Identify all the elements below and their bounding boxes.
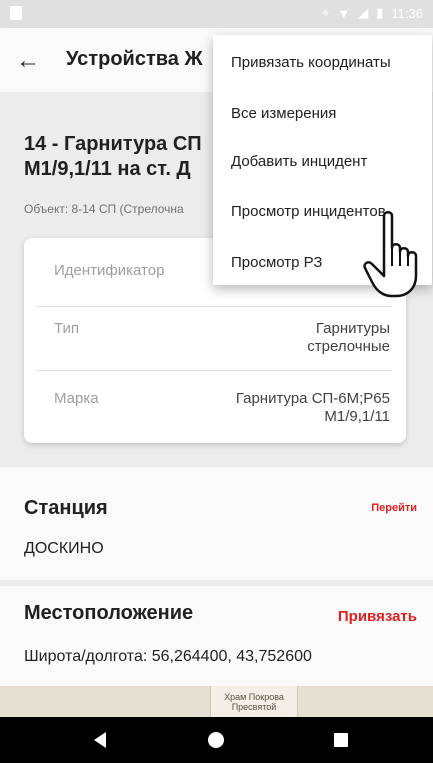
object-subtitle: Объект: 8-14 СП (Стрелочна — [24, 202, 184, 216]
status-time: 11:36 — [391, 5, 423, 21]
system-nav-bar — [0, 717, 433, 763]
status-bar: ⌖ ▼ ◢ ▮ 11:36 — [0, 0, 433, 28]
detail-row-type: Тип Гарнитуры стрелочные — [36, 306, 392, 371]
menu-item-bind-coordinates[interactable]: Привязать координаты — [231, 54, 391, 71]
nav-back-icon[interactable] — [94, 732, 106, 748]
signal-icon: ◢ — [358, 5, 369, 20]
detail-value: Гарнитура СП-6М;Р65 М1/9,1/11 — [235, 390, 390, 425]
detail-value: Гарнитуры стрелочные — [307, 320, 390, 355]
bind-location-link[interactable]: Привязать — [338, 608, 417, 625]
detail-key: Тип — [54, 320, 80, 337]
detail-key: Идентификатор — [54, 262, 165, 279]
map-poi-label: Храм Покрова Пресвятой — [210, 686, 298, 717]
location-section: Местоположение Привязать Широта/долгота:… — [0, 586, 433, 686]
menu-item-add-incident[interactable]: Добавить инцидент — [231, 153, 367, 170]
nav-home-icon[interactable] — [208, 732, 224, 748]
menu-item-view-rz[interactable]: Просмотр РЗ — [231, 254, 322, 271]
battery-icon: ▮ — [376, 5, 384, 20]
detail-row-brand: Марка Гарнитура СП-6М;Р65 М1/9,1/11 — [36, 370, 392, 442]
station-title: Станция — [24, 497, 108, 519]
station-go-link[interactable]: Перейти — [371, 502, 417, 514]
station-section: Станция Перейти ДОСКИНО — [0, 475, 433, 580]
hand-pointer-icon — [363, 211, 418, 298]
wifi-icon: ▼ — [337, 5, 351, 21]
object-title: 14 - Гарнитура СП М1/9,1/11 на ст. Д — [24, 133, 202, 180]
detail-key: Марка — [54, 390, 99, 407]
nav-recents-icon[interactable] — [334, 733, 348, 747]
coordinates-text: Широта/долгота: 56,264400, 43,752600 — [24, 648, 312, 665]
location-icon: ⌖ — [322, 5, 330, 20]
back-arrow-icon[interactable]: ← — [16, 46, 46, 76]
station-value: ДОСКИНО — [24, 540, 104, 557]
location-title: Местоположение — [24, 602, 194, 624]
sim-card-icon — [10, 6, 22, 20]
page-title: Устройства Ж — [66, 48, 203, 70]
menu-item-all-measurements[interactable]: Все измерения — [231, 105, 336, 122]
map-view[interactable]: Храм Покрова Пресвятой — [0, 686, 433, 717]
